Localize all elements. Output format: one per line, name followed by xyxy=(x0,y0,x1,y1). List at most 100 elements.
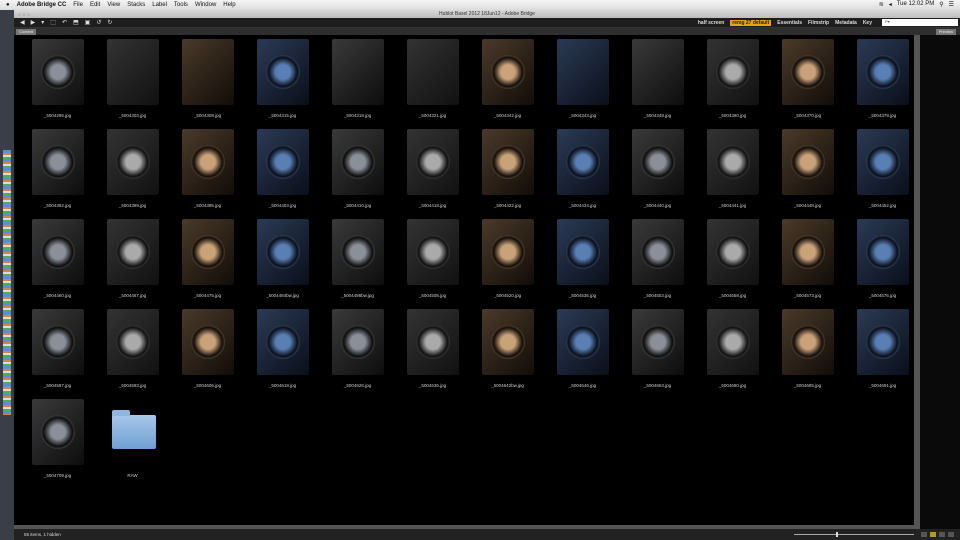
thumbnail-item[interactable]: _5004360.jpg xyxy=(695,37,770,127)
thumbnail-item[interactable]: _5004342.jpg xyxy=(470,37,545,127)
thumbnail-item[interactable]: _5004308.jpg xyxy=(170,37,245,127)
thumbnail-item[interactable]: _5004410.jpg xyxy=(320,127,395,217)
thumbnail-item[interactable]: _5004441.jpg xyxy=(695,127,770,217)
workspace-half-screen[interactable]: half screen xyxy=(698,20,724,26)
thumbnail-item[interactable]: _5004553.jpg xyxy=(620,217,695,307)
thumbnail-item[interactable]: _5004452.jpg xyxy=(845,127,920,217)
thumbnail-item[interactable]: _5004593.jpg xyxy=(95,307,170,397)
file-name: _5004440.jpg xyxy=(620,203,695,208)
file-name: _5004315.jpg xyxy=(245,113,320,118)
thumbnail-item[interactable]: _5004691.jpg xyxy=(845,307,920,397)
menu-view[interactable]: View xyxy=(107,2,120,8)
thumbnail-item[interactable]: _5004709.jpg xyxy=(20,397,95,487)
spotlight-icon[interactable]: ⚲ xyxy=(939,1,943,8)
thumbnail-item[interactable]: _5004663.jpg xyxy=(620,307,695,397)
thumbnail-image xyxy=(107,39,159,105)
thumbnail-item[interactable]: _5004484bw.jpg xyxy=(245,217,320,307)
workspace-key[interactable]: Key xyxy=(863,20,872,26)
thumbnail-item[interactable]: _5004448.jpg xyxy=(770,127,845,217)
thumbnail-item[interactable]: _5004403.jpg xyxy=(245,127,320,217)
menu-window[interactable]: Window xyxy=(195,2,216,8)
thumbnail-item[interactable]: _5004642bw.jpg xyxy=(470,307,545,397)
recent-icon[interactable]: ▾ xyxy=(41,19,44,26)
thumbnail-item[interactable]: _5004520.jpg xyxy=(470,217,545,307)
folder-raw[interactable]: RAW xyxy=(95,397,170,487)
workspace-metadata[interactable]: Metadata xyxy=(835,20,857,26)
lock-grid-button[interactable] xyxy=(921,532,927,537)
thumbnail-item[interactable]: _5004573.jpg xyxy=(770,217,845,307)
thumbnail-item[interactable]: _5004467.jpg xyxy=(95,217,170,307)
thumbnail-item[interactable]: _5004636.jpg xyxy=(395,307,470,397)
rotate-right-icon[interactable]: ↻ xyxy=(107,19,112,26)
thumbnail-item[interactable]: _5004558.jpg xyxy=(695,217,770,307)
refine-icon[interactable]: ↶ xyxy=(62,19,67,26)
thumbnail-item[interactable]: _5004343.jpg xyxy=(545,37,620,127)
thumbnail-item[interactable]: _5004315.jpg xyxy=(245,37,320,127)
workspace-essentials[interactable]: Essentials xyxy=(777,20,802,26)
file-name: _5004636.jpg xyxy=(395,383,470,388)
thumbnail-item[interactable]: _5004285.jpg xyxy=(20,37,95,127)
notifications-icon[interactable]: ☰ xyxy=(949,1,954,8)
folder-icon xyxy=(112,415,156,449)
thumbnail-item[interactable]: _5004382.jpg xyxy=(20,127,95,217)
search-input[interactable]: P▾ xyxy=(882,19,958,26)
app-menu[interactable]: Adobe Bridge CC xyxy=(17,2,67,8)
thumbnail-item[interactable]: _5004460.jpg xyxy=(20,217,95,307)
thumbnail-item[interactable]: _5004321.jpg xyxy=(395,37,470,127)
menu-help[interactable]: Help xyxy=(223,2,235,8)
thumbnail-item[interactable]: _5004440.jpg xyxy=(620,127,695,217)
workspace-remg-default[interactable]: remg 27 default xyxy=(730,20,771,26)
watch-face xyxy=(116,325,150,359)
menu-file[interactable]: File xyxy=(73,2,83,8)
volume-icon[interactable]: ◂ xyxy=(889,1,892,8)
forward-icon[interactable]: ▶ xyxy=(31,19,36,26)
menu-edit[interactable]: Edit xyxy=(90,2,100,8)
thumbnail-item[interactable]: _5004618.jpg xyxy=(245,307,320,397)
thumbnail-item[interactable]: _5004685.jpg xyxy=(770,307,845,397)
thumbnail-item[interactable]: _5004318.jpg xyxy=(320,37,395,127)
thumbnail-item[interactable]: _5004606.jpg xyxy=(170,307,245,397)
thumbnail-item[interactable]: _5004422.jpg xyxy=(470,127,545,217)
dock-icons[interactable] xyxy=(3,150,11,415)
watch-face xyxy=(716,145,750,179)
thumbnail-item[interactable]: _5004536.jpg xyxy=(545,217,620,307)
thumbnail-image xyxy=(632,39,684,105)
thumbnail-item[interactable]: _5004379.jpg xyxy=(845,37,920,127)
thumbnail-item[interactable]: _5004434.jpg xyxy=(545,127,620,217)
thumbnail-item[interactable]: _5004576.jpg xyxy=(845,217,920,307)
slider-handle[interactable] xyxy=(836,532,838,537)
menu-label[interactable]: Label xyxy=(152,2,167,8)
thumbnail-item[interactable]: _5004389.jpg xyxy=(95,127,170,217)
open-recent-icon[interactable]: ⬒ xyxy=(73,19,79,26)
thumbnail-item[interactable]: _5004646.jpg xyxy=(545,307,620,397)
thumbnail-item[interactable]: _5004303.jpg xyxy=(95,37,170,127)
thumbnail-view-button[interactable] xyxy=(930,532,936,537)
thumbnail-item[interactable]: _5004498bw.jpg xyxy=(320,217,395,307)
menu-stacks[interactable]: Stacks xyxy=(127,2,145,8)
thumbnail-item[interactable]: _5004395.jpg xyxy=(170,127,245,217)
new-folder-icon[interactable]: ▣ xyxy=(85,19,91,26)
camera-icon[interactable]: ⬚ xyxy=(50,19,56,26)
rotate-left-icon[interactable]: ↺ xyxy=(96,19,101,26)
list-view-button[interactable] xyxy=(948,532,954,537)
apple-icon[interactable]: ● xyxy=(6,2,10,8)
thumbnail-item[interactable]: _5004418.jpg xyxy=(395,127,470,217)
watch-face xyxy=(641,235,675,269)
menu-tools[interactable]: Tools xyxy=(174,2,188,8)
thumbnail-item[interactable]: _5004587.jpg xyxy=(20,307,95,397)
thumbnail-image xyxy=(482,309,534,375)
workspace-filmstrip[interactable]: Filmstrip xyxy=(808,20,829,26)
back-icon[interactable]: ◀ xyxy=(20,19,25,26)
wifi-icon[interactable]: ≋ xyxy=(879,1,884,8)
file-name: _5004536.jpg xyxy=(545,293,620,298)
clock[interactable]: Tue 12:02 PM xyxy=(897,1,934,8)
thumbnail-item[interactable]: _5004505.jpg xyxy=(395,217,470,307)
thumbnail-item[interactable]: _5004475.jpg xyxy=(170,217,245,307)
thumbnail-item[interactable]: _5004348.jpg xyxy=(620,37,695,127)
details-view-button[interactable] xyxy=(939,532,945,537)
thumbnail-size-slider[interactable] xyxy=(794,534,914,535)
thumbnail-image xyxy=(407,219,459,285)
thumbnail-item[interactable]: _5004680.jpg xyxy=(695,307,770,397)
thumbnail-item[interactable]: _5004626.jpg xyxy=(320,307,395,397)
thumbnail-item[interactable]: _5004370.jpg xyxy=(770,37,845,127)
